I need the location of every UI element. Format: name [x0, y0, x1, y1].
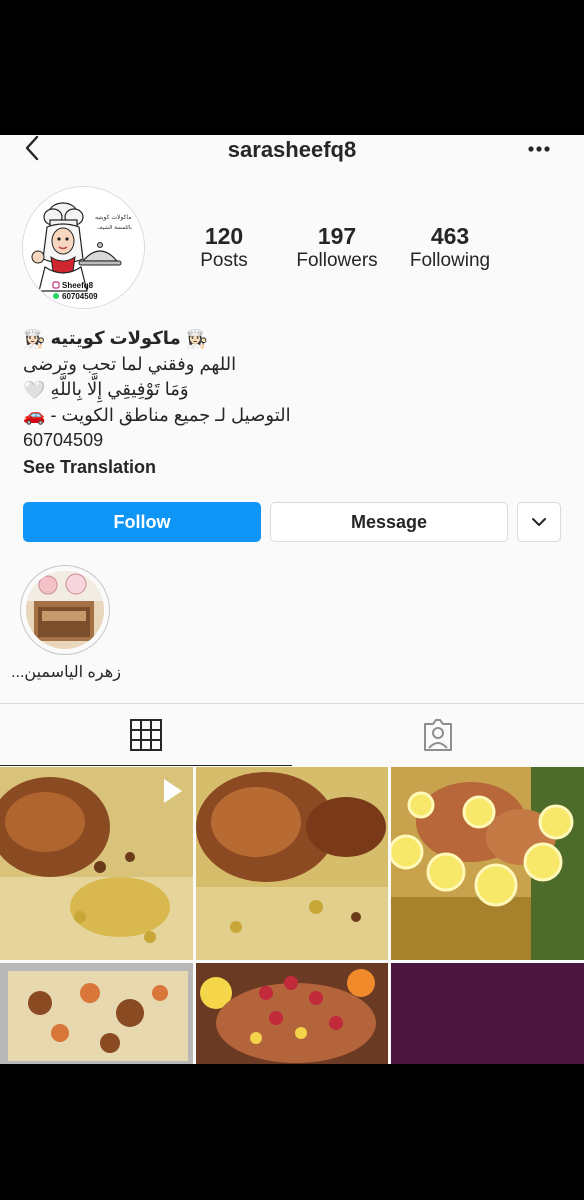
more-horizontal-icon: [528, 146, 550, 152]
post-thumbnail[interactable]: [0, 767, 193, 960]
story-highlight[interactable]: [20, 565, 110, 655]
posts-count: 120 Posts: [188, 223, 260, 273]
following-count[interactable]: 463 Following: [400, 223, 500, 273]
tab-posts-grid[interactable]: [0, 704, 292, 766]
grid-icon: [130, 718, 162, 751]
avatar-logo-text: Sheefq8: [62, 281, 94, 290]
svg-text:ماكولات كويتيه: ماكولات كويتيه: [95, 214, 131, 221]
posts-grid: [0, 767, 584, 1064]
profile-avatar[interactable]: ماكولات كويتيه باللمسة الشيف Sheefq8 607…: [22, 186, 145, 309]
bio-line-1: اللهم وفقني لما تحب وترضى: [23, 353, 237, 374]
bio-line-3: التوصيل لـ جميع مناطق الكويت - 🚗: [23, 403, 566, 429]
message-button[interactable]: Message: [270, 502, 508, 542]
avatar-phone: 60704509: [62, 292, 98, 301]
bio-line-2-text: وَمَا تَوْفِيقِي إِلَّا بِاللَّهِ: [50, 379, 189, 399]
svg-text:باللمسة الشيف: باللمسة الشيف: [97, 225, 132, 231]
chevron-down-icon: [532, 518, 546, 526]
chef-logo-icon: ماكولات كويتيه باللمسة الشيف Sheefq8 607…: [23, 187, 144, 308]
followers-value: 197: [317, 223, 357, 249]
highlight-label: زهره الياسمين...: [11, 664, 121, 681]
follow-button[interactable]: Follow: [23, 502, 261, 542]
white-heart-icon: 🤍: [23, 379, 46, 400]
post-thumbnail[interactable]: [391, 963, 584, 1064]
more-options-button[interactable]: [526, 141, 554, 157]
tab-tagged[interactable]: [292, 704, 584, 766]
post-thumbnail[interactable]: [0, 963, 193, 1064]
followers-count[interactable]: 197 Followers: [287, 223, 387, 273]
suggested-dropdown-button[interactable]: [517, 502, 561, 542]
post-thumbnail[interactable]: [391, 767, 584, 960]
bio-phone: 60704509: [23, 430, 104, 450]
followers-label: Followers: [296, 250, 378, 271]
highlight-cover-image: [26, 571, 104, 649]
following-value: 463: [430, 223, 470, 249]
chef-emoji-icon: 👩🏻‍🍳: [185, 328, 209, 349]
see-translation-link[interactable]: See Translation: [23, 455, 566, 481]
profile-bio: 👩🏻‍🍳 ماكولات كويتيه 👩🏻‍🍳 اللهم وفقني لما…: [23, 326, 566, 480]
post-thumbnail[interactable]: [196, 963, 388, 1064]
bio-display-name: ماكولات كويتيه: [50, 328, 181, 348]
post-thumbnail[interactable]: [196, 767, 388, 960]
following-label: Following: [409, 250, 491, 271]
posts-value: 120: [204, 223, 244, 249]
chef-emoji-icon: 👩🏻‍🍳: [23, 328, 46, 349]
bio-line-2: وَمَا تَوْفِيقِي إِلَّا بِاللَّهِ 🤍: [23, 377, 566, 403]
profile-username: sarasheefq8: [227, 137, 357, 162]
bio-name-line: 👩🏻‍🍳 ماكولات كويتيه 👩🏻‍🍳: [23, 326, 566, 352]
posts-label: Posts: [200, 250, 248, 271]
car-icon: 🚗: [23, 405, 46, 425]
profile-screen: sarasheefq8 ماكولات كويتيه باللمسة الشيف…: [0, 135, 584, 1064]
tagged-person-icon: [424, 719, 452, 751]
bio-line-3-text: التوصيل لـ جميع مناطق الكويت -: [50, 404, 291, 425]
profile-tabs: [0, 703, 584, 766]
top-bar: sarasheefq8: [0, 135, 584, 165]
